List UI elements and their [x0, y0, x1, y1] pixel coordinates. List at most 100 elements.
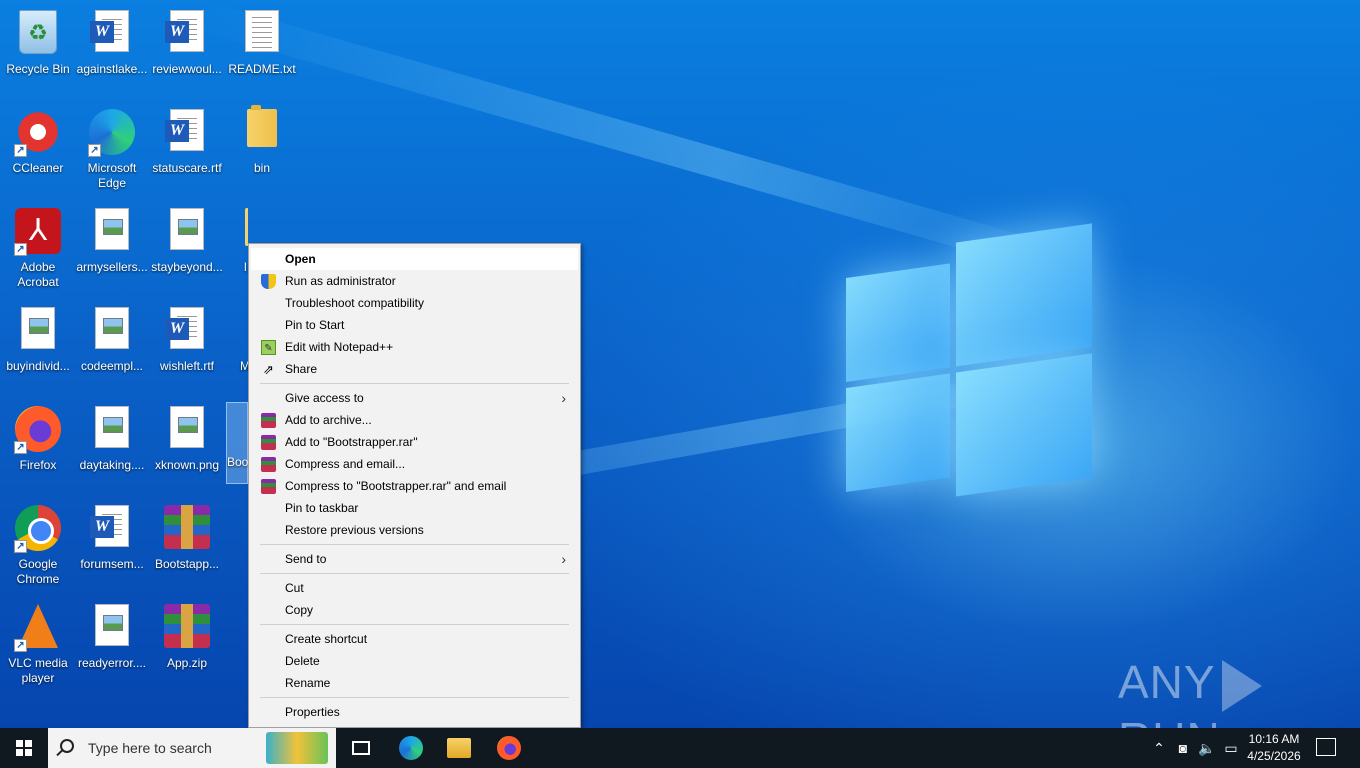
menu-item-pin-to-start[interactable]: Pin to Start — [251, 314, 578, 336]
desktop-icon-bootstrapper-selected[interactable] — [226, 402, 248, 484]
volume-icon[interactable]: 🔈 — [1196, 728, 1218, 768]
icon-label: staybeyond... — [151, 260, 223, 274]
menu-item-copy[interactable]: Copy — [251, 599, 578, 621]
desktop-icon-folder-partial[interactable]: l — [224, 202, 248, 275]
desktop-icon-forumsem[interactable]: W forumsem... — [74, 499, 150, 572]
icon-label: l — [244, 260, 247, 274]
word-document-icon: W — [90, 505, 129, 547]
search-highlight-image — [266, 732, 328, 764]
menu-item-label: Copy — [285, 603, 314, 617]
desktop-icon-armysellers[interactable]: armysellers... — [74, 202, 150, 275]
icon-label: wishleft.rtf — [159, 359, 214, 373]
desktop-icon-vlc[interactable]: ↗ VLC media player — [0, 598, 76, 686]
icon-label: forumsem... — [80, 557, 144, 571]
menu-item-label: Delete — [285, 654, 320, 668]
taskbar-clock[interactable]: 10:16 AM 4/25/2026 — [1236, 731, 1312, 765]
menu-item-compress-to-bootstrapper-rar-and-email[interactable]: Compress to "Bootstrapper.rar" and email — [251, 475, 578, 497]
icon-label: armysellers... — [76, 260, 148, 274]
menu-item-label: Open — [285, 252, 316, 266]
menu-item-troubleshoot-compatibility[interactable]: Troubleshoot compatibility — [251, 292, 578, 314]
menu-item-label: Send to — [285, 552, 327, 566]
taskbar: Type here to search ⌃ ◙ 🔈 ▭ 10:16 AM 4/2… — [0, 728, 1360, 768]
menu-item-send-to[interactable]: Send to › — [251, 548, 578, 570]
menu-item-label: Edit with Notepad++ — [285, 340, 394, 354]
menu-item-open[interactable]: Open — [251, 248, 578, 270]
menu-item-delete[interactable]: Delete — [251, 650, 578, 672]
icon-label: README.txt — [228, 62, 296, 76]
menu-item-create-shortcut[interactable]: Create shortcut — [251, 628, 578, 650]
text-file-icon — [245, 10, 279, 52]
icon-label: Bootstapp... — [154, 557, 220, 571]
search-placeholder: Type here to search — [88, 740, 212, 756]
icon-label: daytaking.... — [79, 458, 145, 472]
task-view-button[interactable] — [337, 728, 385, 768]
menu-item-cut[interactable]: Cut — [251, 577, 578, 599]
desktop-icon-codeempl[interactable]: codeempl... — [74, 301, 150, 374]
desktop-icon-firefox[interactable]: ↗ Firefox — [0, 400, 76, 473]
menu-item-pin-to-taskbar[interactable]: Pin to taskbar — [251, 497, 578, 519]
desktop-icon-bin[interactable]: bin — [224, 103, 300, 176]
network-device-icon[interactable]: ◙ — [1172, 728, 1194, 768]
winrar-icon — [261, 457, 276, 472]
chevron-right-icon: › — [561, 390, 566, 406]
desktop-icon-microsoft-edge[interactable]: ↗ Microsoft Edge — [74, 103, 150, 191]
folder-icon — [447, 738, 471, 758]
menu-item-properties[interactable]: Properties — [251, 701, 578, 723]
chevron-up-icon[interactable]: ⌃ — [1148, 728, 1170, 768]
notepadpp-icon: ✎ — [261, 340, 276, 355]
desktop-icon-againstlake[interactable]: W againstlake... — [74, 4, 150, 77]
image-file-icon — [21, 307, 55, 349]
menu-item-add-to-archive[interactable]: Add to archive... — [251, 409, 578, 431]
desktop-icon-ccleaner[interactable]: ↗ CCleaner — [0, 103, 76, 176]
menu-item-label: Compress and email... — [285, 457, 406, 471]
desktop[interactable]: ♻ Recycle Bin ↗ CCleaner ⅄ ↗ Adobe Acroba… — [0, 0, 1360, 728]
menu-item-label: Rename — [285, 676, 331, 690]
desktop-icon-google-chrome[interactable]: ↗ Google Chrome — [0, 499, 76, 587]
menu-item-label: Add to "Bootstrapper.rar" — [285, 435, 418, 449]
desktop-icon-app-zip[interactable]: App.zip — [149, 598, 225, 671]
menu-item-add-to-bootstrapper-rar[interactable]: Add to "Bootstrapper.rar" — [251, 431, 578, 453]
desktop-icon-wishleft[interactable]: W wishleft.rtf — [149, 301, 225, 374]
desktop-icon-readyerror[interactable]: readyerror.... — [74, 598, 150, 671]
desktop-icon-reviewwoul[interactable]: W reviewwoul... — [149, 4, 225, 77]
menu-item-give-access-to[interactable]: Give access to › — [251, 387, 578, 409]
desktop-icon-adobe-acrobat[interactable]: ⅄ ↗ Adobe Acrobat — [0, 202, 76, 290]
taskbar-firefox-button[interactable] — [485, 728, 533, 768]
clock-date: 4/25/2026 — [1247, 749, 1301, 763]
menu-item-restore-previous-versions[interactable]: Restore previous versions — [251, 519, 578, 541]
taskbar-edge-button[interactable] — [387, 728, 435, 768]
menu-item-rename[interactable]: Rename — [251, 672, 578, 694]
menu-item-label: Run as administrator — [285, 274, 396, 288]
folder-icon — [245, 208, 248, 246]
winrar-archive-icon — [164, 604, 210, 648]
menu-item-edit-with-notepad[interactable]: ✎ Edit with Notepad++ — [251, 336, 578, 358]
icon-label: statuscare.rtf — [152, 161, 222, 175]
selected-icon-label: Boo — [227, 455, 249, 469]
desktop-icon-recycle-bin[interactable]: ♻ Recycle Bin — [0, 4, 76, 77]
recycle-bin-icon: ♻ — [19, 10, 57, 54]
notification-center-icon[interactable] — [1316, 738, 1336, 756]
desktop-icon-readme[interactable]: README.txt — [224, 4, 300, 77]
shortcut-arrow-icon: ↗ — [14, 540, 27, 553]
menu-item-label: Create shortcut — [285, 632, 368, 646]
desktop-icon-daytaking[interactable]: daytaking.... — [74, 400, 150, 473]
desktop-icon-partial-row4[interactable]: M — [224, 301, 248, 374]
start-button[interactable] — [0, 728, 48, 768]
desktop-icon-bootstapp[interactable]: Bootstapp... — [149, 499, 225, 572]
desktop-icon-buyindivid[interactable]: buyindivid... — [0, 301, 76, 374]
icon-label: Firefox — [19, 458, 57, 472]
menu-item-compress-and-email[interactable]: Compress and email... — [251, 453, 578, 475]
taskbar-search-box[interactable]: Type here to search — [48, 728, 336, 768]
image-file-icon — [95, 208, 129, 250]
icon-label: App.zip — [166, 656, 208, 670]
menu-item-share[interactable]: ⇗ Share — [251, 358, 578, 380]
play-icon — [1221, 659, 1262, 712]
desktop-icon-staybeyond[interactable]: staybeyond... — [149, 202, 225, 275]
icon-label: codeempl... — [80, 359, 144, 373]
desktop-icon-statuscare[interactable]: W statuscare.rtf — [149, 103, 225, 176]
taskbar-file-explorer-button[interactable] — [435, 728, 483, 768]
menu-item-run-as-administrator[interactable]: Run as administrator — [251, 270, 578, 292]
desktop-icon-xknown[interactable]: xknown.png — [149, 400, 225, 473]
chevron-right-icon: › — [561, 551, 566, 567]
icon-label: Adobe Acrobat — [17, 260, 59, 289]
